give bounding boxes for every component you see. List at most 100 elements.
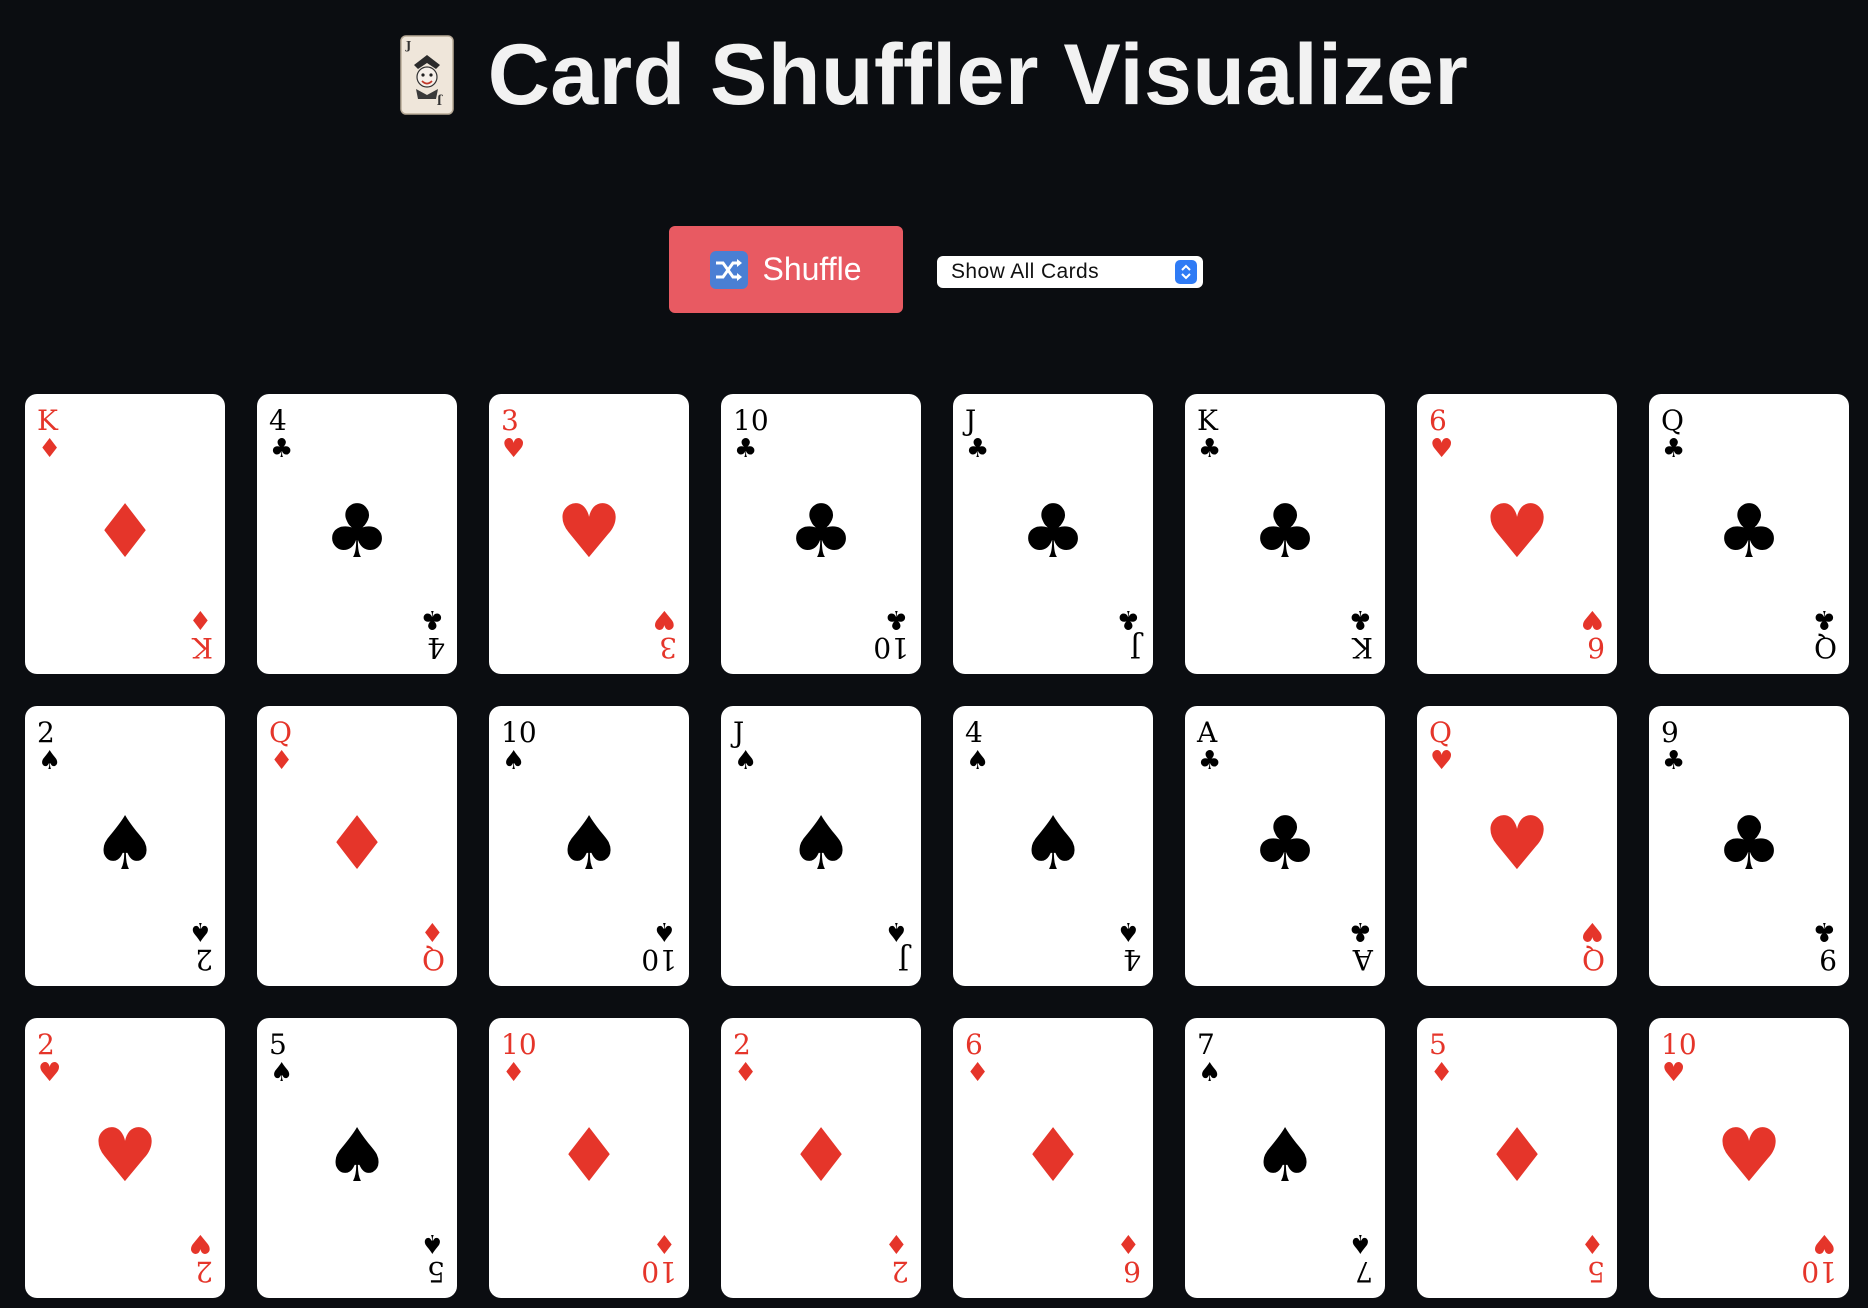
card-center-suit-icon: ♥ — [1715, 1113, 1783, 1199]
card-suit-icon: ♥ — [502, 434, 526, 464]
card-suit-icon: ♣ — [1198, 746, 1222, 776]
playing-card[interactable]: K ♦ ♦ K ♦ — [25, 394, 225, 674]
card-corner-bottom: 4 ♠ — [1101, 916, 1141, 976]
card-corner-bottom: 5 ♠ — [405, 1228, 445, 1288]
card-suit-icon: ♦ — [1116, 1228, 1140, 1258]
card-rank: Q — [1429, 716, 1452, 749]
playing-card[interactable]: Q ♣ ♣ Q ♣ — [1649, 394, 1849, 674]
card-rank: K — [1352, 631, 1373, 664]
playing-card[interactable]: 9 ♣ ♣ 9 ♣ — [1649, 706, 1849, 986]
playing-card[interactable]: 6 ♦ ♦ 6 ♦ — [953, 1018, 1153, 1298]
playing-card[interactable]: 10 ♥ ♥ 10 ♥ — [1649, 1018, 1849, 1298]
card-center-suit-icon: ♦ — [91, 489, 159, 575]
card-corner-top: 4 ♣ — [269, 406, 309, 463]
card-rank: Q — [1582, 943, 1605, 976]
playing-card[interactable]: A ♣ ♣ A ♣ — [1185, 706, 1385, 986]
card-rank: 2 — [891, 1255, 909, 1288]
card-suit-icon: ♥ — [1430, 434, 1454, 464]
card-suit-icon: ♣ — [966, 434, 990, 464]
playing-card[interactable]: 4 ♠ ♠ 4 ♠ — [953, 706, 1153, 986]
view-select[interactable]: Show All Cards — [937, 256, 1203, 288]
page-title: J J Card Shuffler Visualizer — [0, 30, 1868, 121]
card-rank: 5 — [427, 1255, 445, 1288]
card-corner-top: J ♣ — [965, 406, 1005, 464]
card-corner-bottom: 10 ♠ — [637, 916, 677, 976]
card-rank: A — [1352, 943, 1373, 976]
card-rank: 4 — [427, 631, 445, 664]
playing-card[interactable]: 5 ♦ ♦ 5 ♦ — [1417, 1018, 1617, 1298]
card-rank: K — [1197, 404, 1218, 437]
card-corner-top: 9 ♣ — [1661, 716, 1701, 776]
title-text: Card Shuffler Visualizer — [487, 27, 1469, 123]
card-corner-bottom: K ♦ — [173, 604, 213, 664]
card-corner-top: 2 ♥ — [37, 1030, 77, 1087]
card-corner-bottom: J ♣ — [1101, 604, 1141, 664]
playing-card[interactable]: 4 ♣ ♣ 4 ♣ — [257, 394, 457, 674]
card-rank: Q — [1814, 631, 1837, 664]
playing-card[interactable]: 2 ♦ ♦ 2 ♦ — [721, 1018, 921, 1298]
card-rank: 10 — [1661, 1028, 1697, 1061]
card-center-suit-icon: ♥ — [1483, 489, 1551, 575]
card-suit-icon: ♦ — [884, 1228, 908, 1258]
card-center-suit-icon: ♥ — [91, 1113, 159, 1199]
playing-card[interactable]: K ♣ ♣ K ♣ — [1185, 394, 1385, 674]
card-suit-icon: ♠ — [1198, 1058, 1222, 1088]
card-rank: 4 — [1123, 943, 1141, 976]
playing-card[interactable]: 10 ♣ ♣ 10 ♣ — [721, 394, 921, 674]
playing-card[interactable]: Q ♦ ♦ Q ♦ — [257, 706, 457, 986]
playing-card[interactable]: 2 ♠ ♠ 2 ♠ — [25, 706, 225, 986]
card-suit-icon: ♠ — [188, 916, 212, 946]
playing-card[interactable]: Q ♥ ♥ Q ♥ — [1417, 706, 1617, 986]
card-center-suit-icon: ♠ — [1251, 1113, 1319, 1199]
card-corner-top: 5 ♠ — [269, 1028, 309, 1088]
card-suit-icon: ♥ — [652, 604, 676, 634]
card-corner-top: 10 ♦ — [501, 1030, 541, 1087]
playing-card[interactable]: J ♣ ♣ J ♣ — [953, 394, 1153, 674]
svg-text:J: J — [405, 39, 412, 52]
shuffle-label: Shuffle — [762, 251, 862, 287]
card-corner-bottom: K ♣ — [1333, 604, 1373, 664]
card-suit-icon: ♦ — [1430, 1058, 1454, 1088]
card-suit-icon: ♠ — [502, 746, 526, 776]
joker-card-icon: J J — [399, 35, 454, 116]
card-suit-icon: ♦ — [38, 434, 62, 464]
card-rank: Q — [269, 716, 292, 749]
card-rank: J — [733, 716, 745, 749]
card-center-suit-icon: ♦ — [787, 1113, 855, 1199]
card-suit-icon: ♣ — [1348, 916, 1372, 946]
card-center-suit-icon: ♠ — [787, 801, 855, 887]
playing-card[interactable]: 2 ♥ ♥ 2 ♥ — [25, 1018, 225, 1298]
card-corner-bottom: 3 ♥ — [637, 604, 677, 664]
card-suit-icon: ♠ — [1348, 1228, 1372, 1258]
card-suit-icon: ♠ — [270, 1058, 294, 1088]
svg-text:J: J — [436, 94, 443, 107]
card-corner-top: 4 ♠ — [965, 716, 1005, 776]
playing-card[interactable]: 5 ♠ ♠ 5 ♠ — [257, 1018, 457, 1298]
playing-card[interactable]: 10 ♦ ♦ 10 ♦ — [489, 1018, 689, 1298]
card-suit-icon: ♥ — [188, 1228, 212, 1258]
playing-card[interactable]: J ♠ ♠ J ♠ — [721, 706, 921, 986]
card-suit-icon: ♣ — [734, 434, 758, 464]
playing-card[interactable]: 7 ♠ ♠ 7 ♠ — [1185, 1018, 1385, 1298]
card-rank: 9 — [1661, 716, 1679, 749]
card-corner-top: Q ♣ — [1661, 406, 1701, 463]
card-rank: 5 — [269, 1028, 287, 1061]
card-suit-icon: ♦ — [188, 604, 212, 634]
card-center-suit-icon: ♦ — [555, 1113, 623, 1199]
playing-card[interactable]: 3 ♥ ♥ 3 ♥ — [489, 394, 689, 674]
playing-card[interactable]: 6 ♥ ♥ 6 ♥ — [1417, 394, 1617, 674]
card-rank: 7 — [1355, 1255, 1373, 1288]
card-suit-icon: ♠ — [966, 746, 990, 776]
card-corner-bottom: 2 ♦ — [869, 1228, 909, 1288]
card-suit-icon: ♣ — [1662, 746, 1686, 776]
card-suit-icon: ♣ — [1812, 604, 1836, 634]
card-corner-bottom: J ♠ — [869, 916, 909, 976]
shuffle-button[interactable]: Shuffle — [669, 226, 903, 313]
card-rank: 6 — [1429, 404, 1447, 437]
chevron-updown-icon — [1175, 260, 1197, 284]
card-suit-icon: ♣ — [1812, 916, 1836, 946]
card-rank: 4 — [965, 716, 983, 749]
card-corner-bottom: 2 ♥ — [173, 1228, 213, 1288]
card-center-suit-icon: ♣ — [1251, 801, 1319, 887]
playing-card[interactable]: 10 ♠ ♠ 10 ♠ — [489, 706, 689, 986]
